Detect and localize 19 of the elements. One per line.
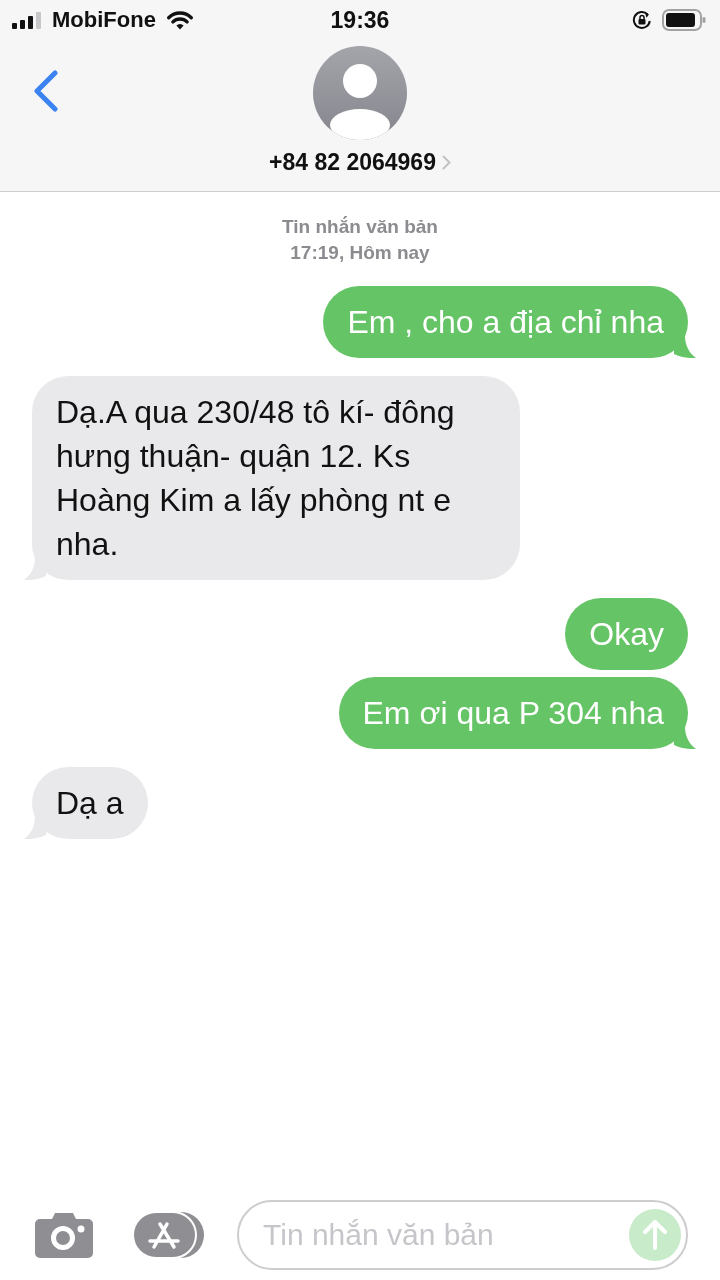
signal-icon bbox=[12, 11, 42, 29]
arrow-up-icon bbox=[643, 1220, 667, 1250]
message-timestamp: 17:19, Hôm nay bbox=[290, 241, 430, 265]
apps-button[interactable] bbox=[133, 1212, 205, 1258]
chevron-left-icon bbox=[33, 70, 59, 112]
status-time: 19:36 bbox=[330, 8, 390, 32]
battery-icon bbox=[662, 9, 706, 31]
apps-icon bbox=[133, 1212, 205, 1258]
chevron-right-icon bbox=[441, 154, 451, 170]
camera-button[interactable] bbox=[35, 1212, 93, 1258]
avatar-icon[interactable] bbox=[313, 46, 407, 140]
carrier-name: MobiFone bbox=[52, 9, 156, 31]
contact-button[interactable]: +84 82 2064969 bbox=[269, 149, 451, 175]
message-input-field[interactable]: Tin nhắn văn bản bbox=[237, 1200, 688, 1270]
camera-icon bbox=[35, 1212, 93, 1258]
rotation-lock-icon bbox=[632, 10, 652, 30]
wifi-icon bbox=[165, 9, 194, 31]
message-type-label: Tin nhắn văn bản bbox=[282, 215, 438, 239]
message-bubble: Okay bbox=[565, 598, 688, 670]
